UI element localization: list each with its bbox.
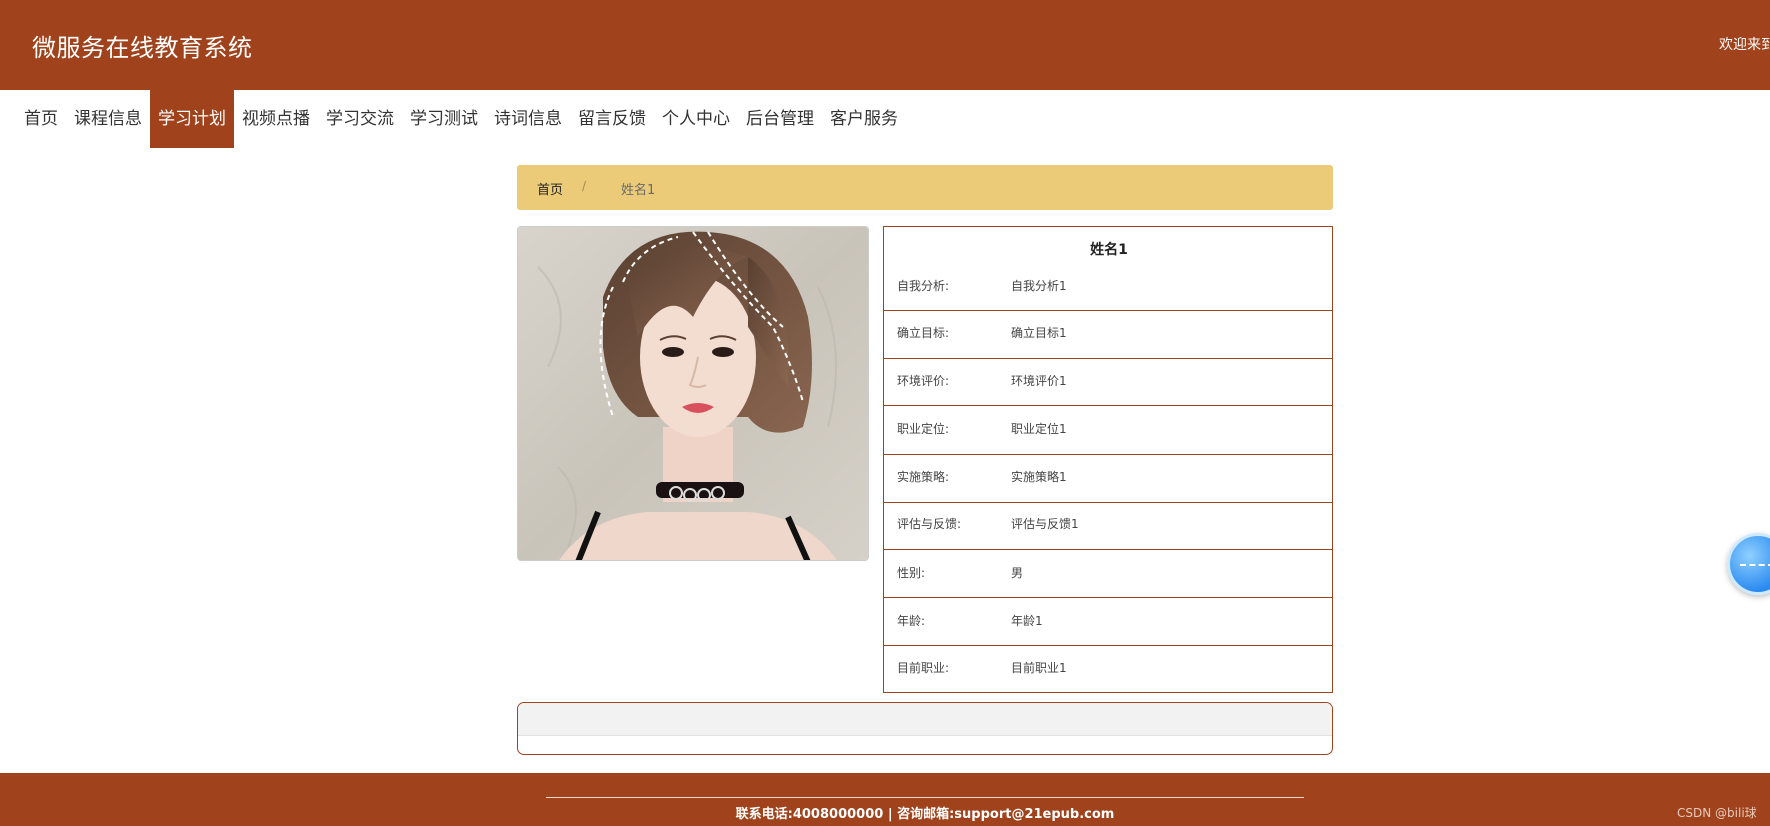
row-value-career-position: 职业定位1: [1011, 422, 1067, 436]
breadcrumb: 首页 / 姓名1: [517, 165, 1333, 210]
row-divider: [884, 310, 1332, 311]
nav-item-courses[interactable]: 课程信息: [66, 90, 150, 148]
row-divider: [884, 597, 1332, 598]
row-value-gender: 男: [1011, 566, 1024, 580]
nav-item-personal-center[interactable]: 个人中心: [654, 90, 738, 148]
row-label-career-position: 职业定位:: [897, 422, 950, 436]
nav-item-study-plan[interactable]: 学习计划: [150, 90, 234, 148]
row-label-gender: 性别:: [897, 566, 926, 580]
row-value-strategy: 实施策略1: [1011, 470, 1067, 484]
row-value-evaluation: 评估与反馈1: [1011, 517, 1079, 531]
nav-item-customer-service[interactable]: 客户服务: [822, 90, 906, 148]
row-divider: [884, 454, 1332, 455]
nav-item-poetry[interactable]: 诗词信息: [486, 90, 570, 148]
watermark: CSDN @bili球: [1677, 806, 1757, 820]
portrait-illustration: [518, 227, 868, 560]
row-label-environment: 环境评价:: [897, 374, 950, 388]
row-value-environment: 环境评价1: [1011, 374, 1067, 388]
top-header: 微服务在线教育系统 欢迎来到: [0, 0, 1770, 90]
row-divider: [884, 358, 1332, 359]
main-nav: 首页 课程信息 学习计划 视频点播 学习交流 学习测试 诗词信息 留言反馈 个人…: [16, 90, 906, 148]
nav-item-home[interactable]: 首页: [16, 90, 66, 148]
footer-divider: [546, 797, 1304, 798]
nav-item-exchange[interactable]: 学习交流: [318, 90, 402, 148]
content-panel: [517, 702, 1333, 755]
row-label-goal: 确立目标:: [897, 326, 950, 340]
breadcrumb-separator: /: [582, 179, 587, 193]
row-label-self-analysis: 自我分析:: [897, 279, 950, 293]
chat-icon: [1740, 564, 1770, 566]
row-divider: [884, 502, 1332, 503]
nav-item-test[interactable]: 学习测试: [402, 90, 486, 148]
row-value-goal: 确立目标1: [1011, 326, 1067, 340]
row-label-strategy: 实施策略:: [897, 470, 950, 484]
row-label-evaluation: 评估与反馈:: [897, 517, 962, 531]
nav-item-feedback[interactable]: 留言反馈: [570, 90, 654, 148]
site-title: 微服务在线教育系统: [32, 34, 253, 62]
profile-photo: [517, 226, 869, 561]
breadcrumb-home-link[interactable]: 首页: [537, 179, 563, 198]
row-divider: [884, 405, 1332, 406]
row-label-current-job: 目前职业:: [897, 661, 950, 675]
breadcrumb-current: 姓名1: [621, 183, 656, 198]
plan-details-panel: 姓名1 自我分析: 自我分析1 确立目标: 确立目标1 环境评价: 环境评价1 …: [883, 226, 1333, 693]
nav-item-video[interactable]: 视频点播: [234, 90, 318, 148]
row-divider: [884, 549, 1332, 550]
row-divider: [884, 645, 1332, 646]
content-panel-header: [518, 703, 1332, 736]
floating-chat-button[interactable]: [1727, 533, 1770, 595]
details-title: 姓名1: [1090, 242, 1128, 258]
footer-contact: 联系电话:4008000000 | 咨询邮箱:support@21epub.co…: [735, 807, 1115, 822]
row-divider: [884, 692, 1332, 693]
row-value-age: 年龄1: [1011, 614, 1043, 628]
footer: 联系电话:4008000000 | 咨询邮箱:support@21epub.co…: [0, 773, 1770, 826]
row-value-self-analysis: 自我分析1: [1011, 279, 1067, 293]
nav-item-admin[interactable]: 后台管理: [738, 90, 822, 148]
welcome-text: 欢迎来到: [1719, 37, 1770, 53]
row-label-age: 年龄:: [897, 614, 926, 628]
row-value-current-job: 目前职业1: [1011, 661, 1067, 675]
